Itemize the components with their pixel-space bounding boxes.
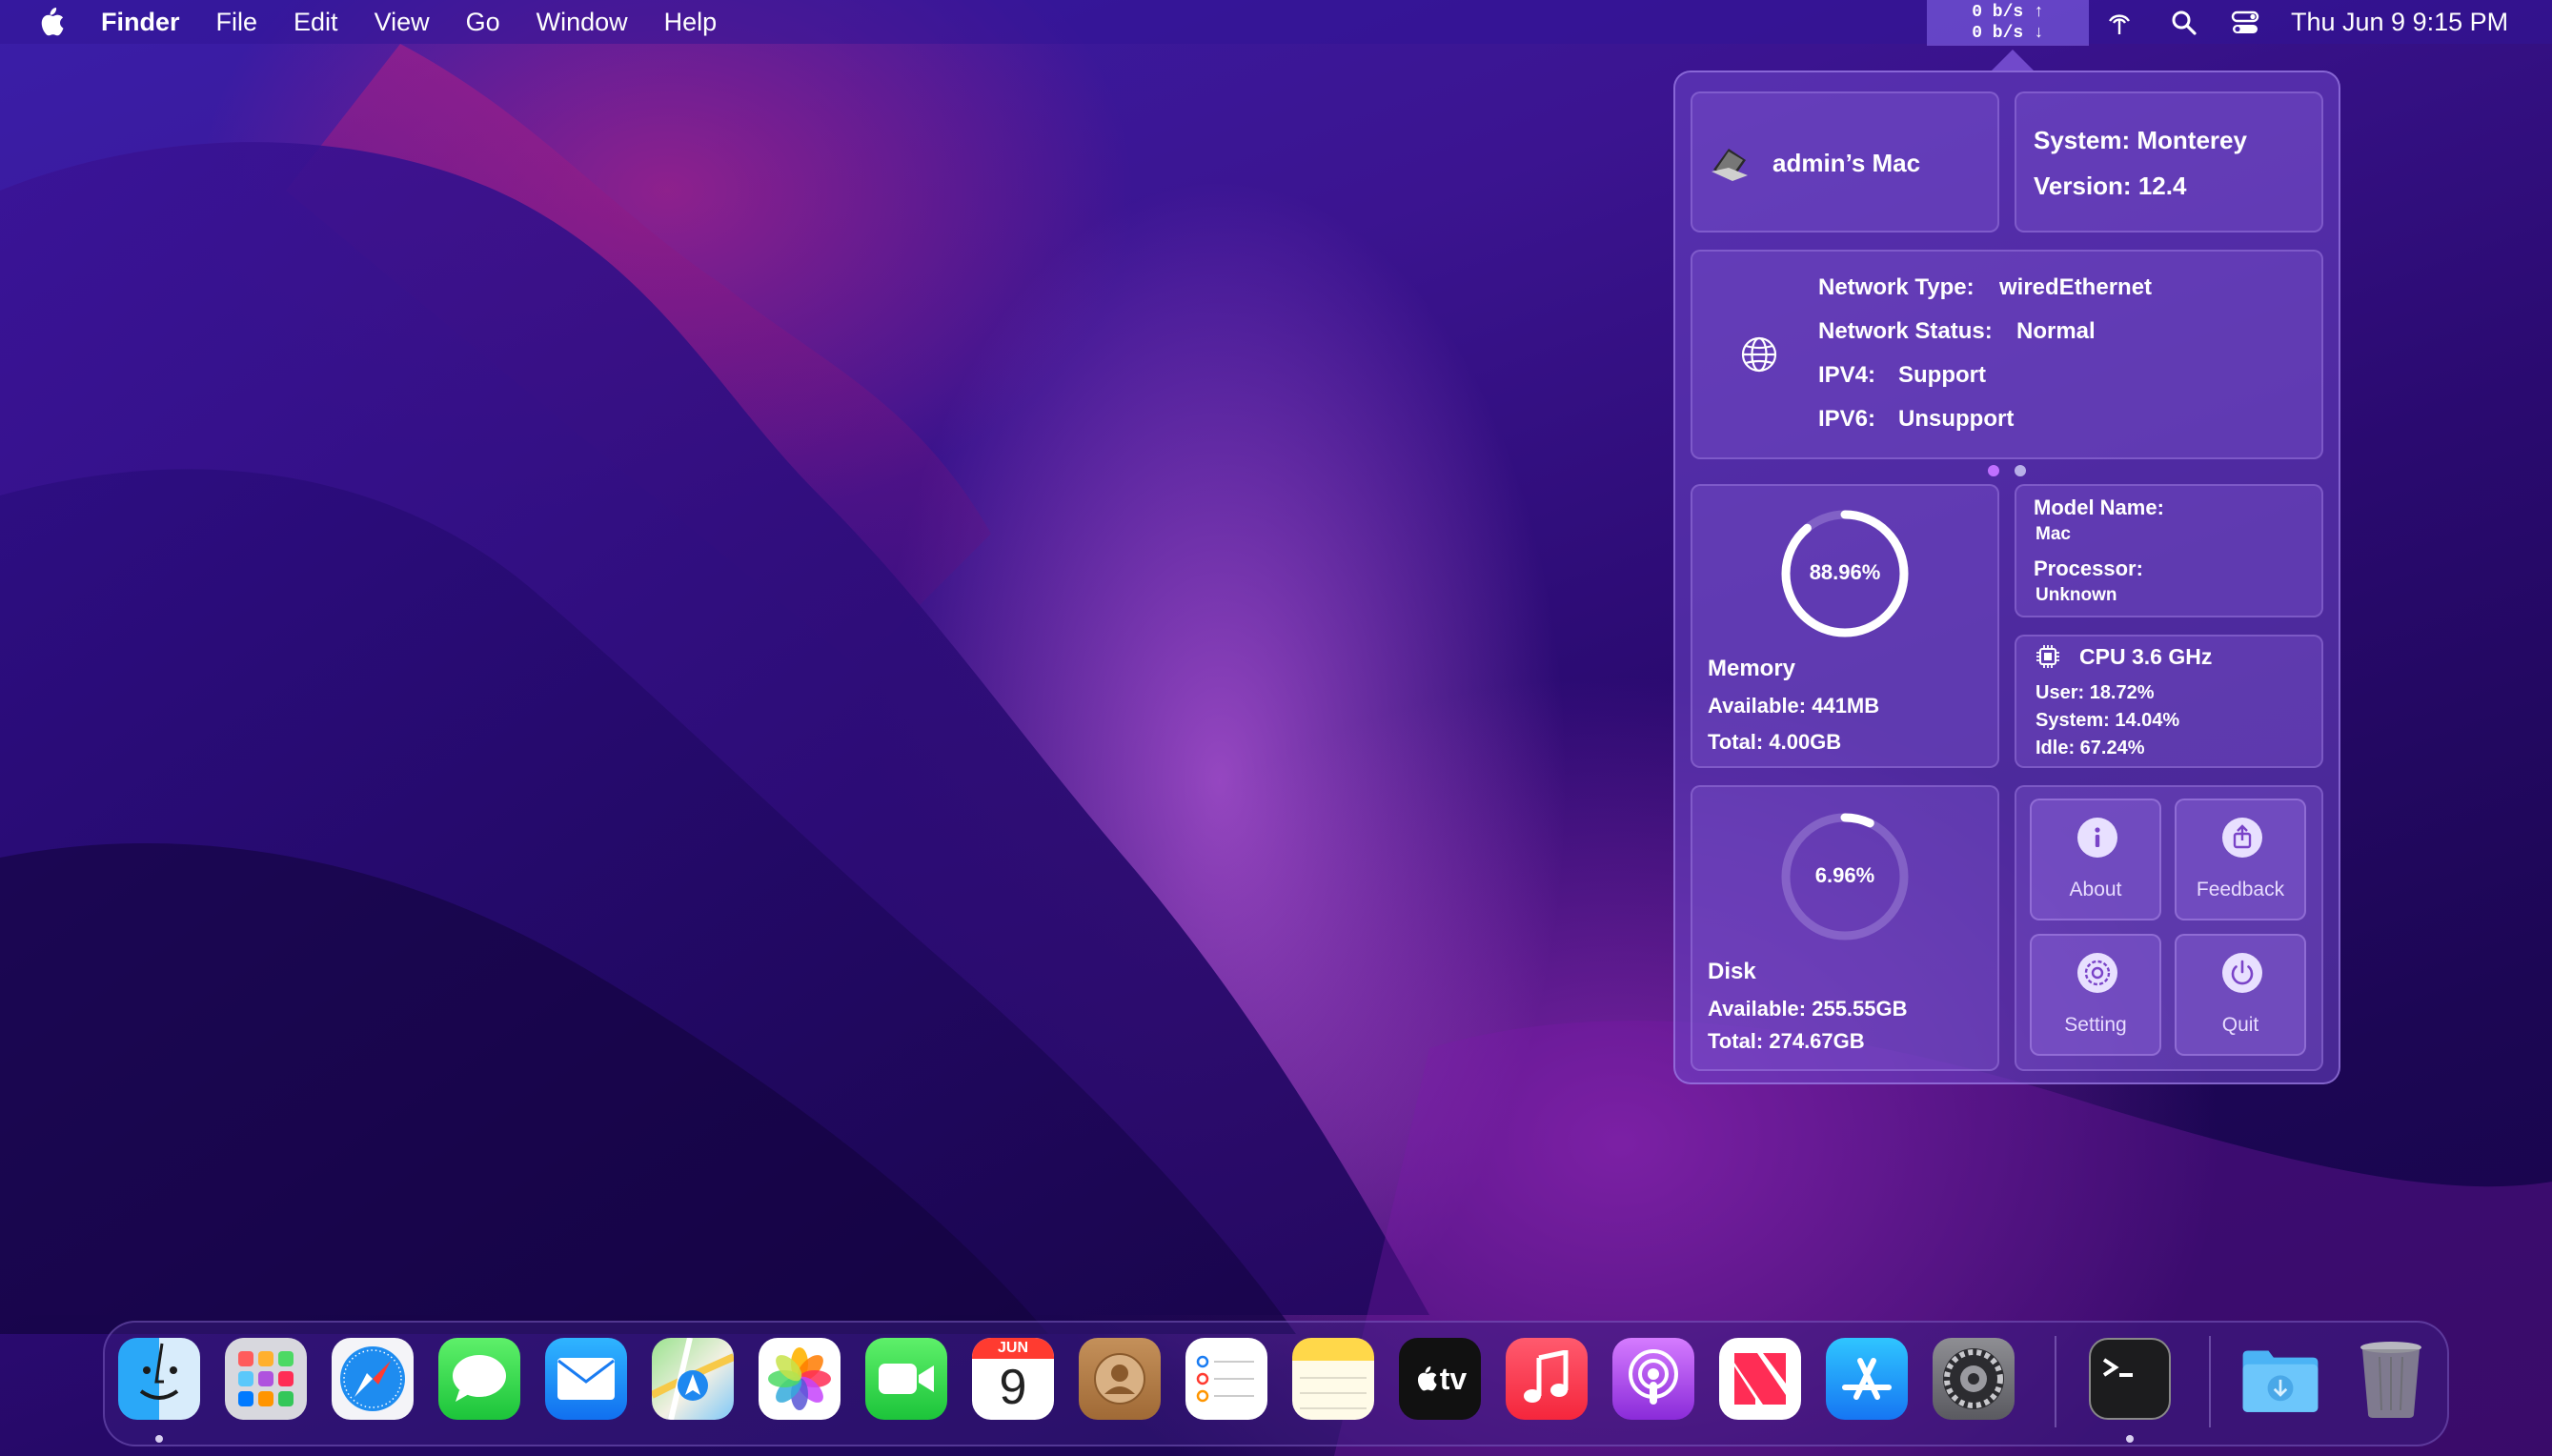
app-menu-finder[interactable]: Finder [101,8,180,37]
apple-menu-icon[interactable] [34,6,67,38]
cpu-system: System: 14.04% [2036,710,2180,731]
download-speed: 0 b/s ↓ [1972,24,2044,43]
ipv4-value: Support [1898,362,1986,388]
downloads-folder-icon[interactable] [2239,1338,2321,1420]
dock-separator [2055,1336,2056,1427]
model-name-label: Model Name: [2034,495,2164,519]
device-name: admin’s Mac [1772,149,1921,177]
gear-icon [2077,953,2117,993]
spotlight-search-icon[interactable] [2169,8,2199,38]
menu-view[interactable]: View [375,8,430,37]
system-version: Version: 12.4 [2034,172,2187,200]
disk-percent: 6.96% [1814,863,1875,887]
finder-icon[interactable] [118,1338,200,1420]
news-icon[interactable] [1719,1338,1801,1420]
share-icon [2222,818,2262,858]
ipv4-label: IPV4: [1818,362,1876,388]
disk-available: Available: 255.55GB [1708,997,1908,1021]
reminders-icon[interactable] [1185,1338,1267,1420]
terminal-icon[interactable] [2089,1338,2171,1420]
system-card [2015,91,2323,233]
trash-icon[interactable] [2350,1338,2432,1420]
setting-label: Setting [2064,1014,2127,1036]
processor-label: Processor: [2034,556,2143,580]
ipv6-value: Unsupport [1898,406,2015,432]
disk-title: Disk [1708,959,1756,984]
safari-icon[interactable] [332,1338,414,1420]
quit-label: Quit [2221,1014,2259,1036]
about-label: About [2069,879,2122,900]
feedback-button[interactable]: Feedback [2175,799,2306,920]
memory-total: Total: 4.00GB [1708,730,1842,754]
menubar-clock[interactable]: Thu Jun 9 9:15 PM [2291,8,2508,37]
laptop-icon [1711,149,1748,181]
net-speed-status-item[interactable]: 0 b/s ↑ 0 b/s ↓ [1927,0,2089,46]
mail-icon[interactable] [545,1338,627,1420]
info-icon [2077,818,2117,858]
system-name: System: Monterey [2034,126,2247,154]
calendar-icon[interactable]: JUN 9 [972,1338,1054,1420]
popover-pointer [1992,50,2034,71]
about-button[interactable]: About [2030,799,2161,920]
network-type-value: wiredEthernet [1999,274,2153,300]
app-store-icon[interactable] [1826,1338,1908,1420]
page-dot[interactable] [2015,465,2026,476]
cpu-title: CPU 3.6 GHz [2079,644,2213,669]
memory-available: Available: 441MB [1708,694,1880,718]
messages-icon[interactable] [438,1338,520,1420]
maps-icon[interactable] [652,1338,734,1420]
power-icon [2222,953,2262,993]
menu-help[interactable]: Help [664,8,718,37]
airdrop-icon[interactable] [2104,8,2135,38]
menu-edit[interactable]: Edit [294,8,338,37]
launchpad-icon[interactable] [225,1338,307,1420]
upload-speed: 0 b/s ↑ [1972,3,2044,22]
ipv6-label: IPV6: [1818,406,1876,432]
cpu-chip-icon [2036,645,2059,668]
feedback-label: Feedback [2196,879,2285,900]
menu-window[interactable]: Window [537,8,628,37]
network-status-label: Network Status: [1818,318,1993,344]
globe-icon [1741,336,1777,373]
setting-button[interactable]: Setting [2030,934,2161,1056]
dock-separator [2209,1336,2211,1427]
finder-running-indicator [155,1435,163,1443]
music-icon[interactable] [1506,1338,1588,1420]
network-status-value: Normal [2016,318,2096,344]
cpu-user: User: 18.72% [2036,682,2155,703]
contacts-icon[interactable] [1079,1338,1161,1420]
cpu-idle: Idle: 67.24% [2036,738,2145,758]
podcasts-icon[interactable] [1612,1338,1694,1420]
terminal-running-indicator [2126,1435,2134,1443]
network-type-label: Network Type: [1818,274,1975,300]
apple-tv-icon[interactable]: tv [1399,1338,1481,1420]
apple-tv-label: tv [1439,1361,1468,1396]
calendar-month: JUN [972,1338,1054,1359]
memory-percent: 88.96% [1809,560,1881,584]
calendar-day: 9 [999,1360,1027,1415]
notes-icon[interactable] [1292,1338,1374,1420]
model-name-value: Mac [2036,524,2071,544]
facetime-icon[interactable] [865,1338,947,1420]
quit-button[interactable]: Quit [2175,934,2306,1056]
page-dot-active[interactable] [1988,465,1999,476]
menu-go[interactable]: Go [466,8,500,37]
system-preferences-icon[interactable] [1933,1338,2015,1420]
disk-total: Total: 274.67GB [1708,1029,1865,1053]
photos-icon[interactable] [759,1338,841,1420]
menu-file[interactable]: File [216,8,258,37]
memory-title: Memory [1708,656,1796,681]
control-center-icon[interactable] [2230,8,2260,38]
processor-value: Unknown [2036,585,2117,605]
